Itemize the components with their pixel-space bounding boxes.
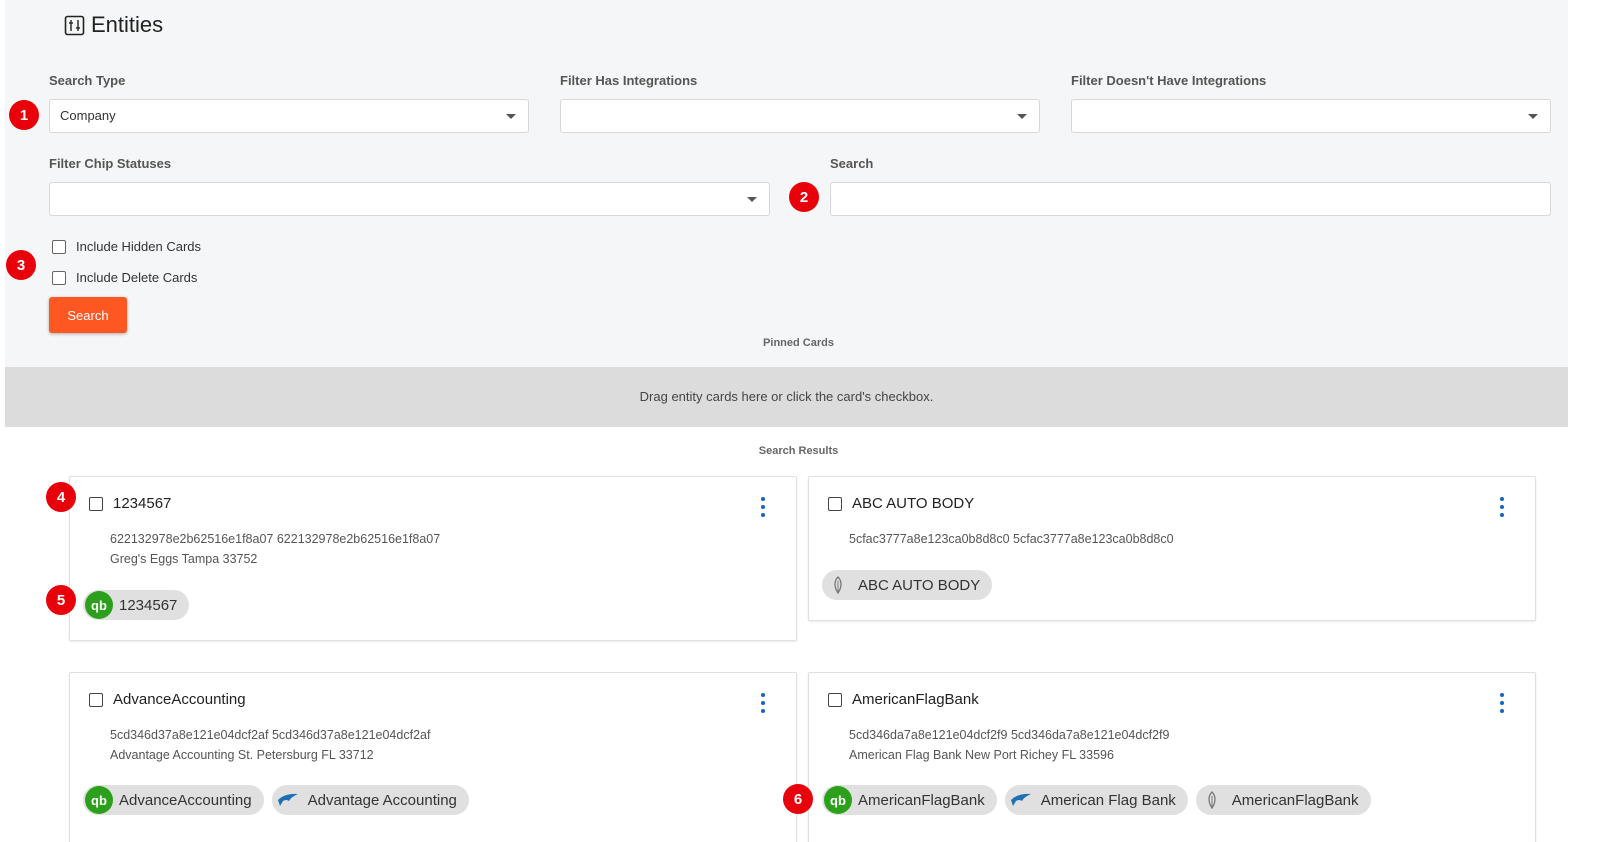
card-title: 1234567 (113, 495, 172, 512)
entity-card[interactable]: 1234567 622132978e2b62516e1f8a07 6221329… (69, 476, 797, 641)
chip-label: 1234567 (119, 596, 178, 614)
include-hidden-checkbox[interactable] (52, 239, 66, 254)
include-deleted-label: Include Delete Cards (76, 270, 198, 285)
doesnt-have-integrations-select[interactable] (1071, 99, 1551, 133)
search-results-title: Search Results (758, 445, 839, 457)
callout-marker: 3 (6, 250, 36, 280)
search-type-label: Search Type (49, 73, 126, 88)
bird-icon (274, 786, 302, 814)
card-title: AmericanFlagBank (852, 691, 979, 708)
chip-label: ABC AUTO BODY (858, 576, 981, 594)
integration-chip[interactable]: Advantage Accounting (271, 785, 469, 815)
integration-chip[interactable]: qb AmericanFlagBank (822, 785, 997, 815)
chip-statuses-label: Filter Chip Statuses (49, 156, 172, 171)
chip-list: qb 1234567 (83, 590, 190, 620)
chip-label: American Flag Bank (1040, 791, 1176, 809)
card-ids: 5cfac3777a8e123ca0b8d8c0 5cfac3777a8e123… (849, 532, 1174, 546)
chip-label: Advantage Accounting (307, 791, 457, 809)
search-label: Search (830, 156, 874, 171)
card-header: AdvanceAccounting (89, 691, 246, 708)
more-options-icon[interactable] (760, 497, 766, 517)
callout-marker: 2 (789, 182, 819, 212)
integration-chip[interactable]: AmericanFlagBank (1195, 785, 1371, 815)
integration-chip[interactable]: American Flag Bank (1004, 785, 1188, 815)
chevron-down-icon (506, 114, 516, 119)
chip-label: AdvanceAccounting (119, 791, 252, 809)
pinned-cards-title: Pinned Cards (763, 337, 834, 349)
include-deleted-row: Include Delete Cards (52, 270, 197, 285)
feather-icon (1198, 786, 1226, 814)
card-header: AmericanFlagBank (828, 691, 979, 708)
entities-icon (64, 15, 85, 35)
more-options-icon[interactable] (760, 693, 766, 713)
pinned-dropzone[interactable]: Drag entity cards here or click the card… (5, 367, 1568, 427)
entity-card[interactable]: AdvanceAccounting 5cd346d37a8e121e04dcf2… (69, 672, 797, 842)
card-header: ABC AUTO BODY (828, 495, 974, 512)
card-checkbox[interactable] (89, 496, 103, 511)
card-checkbox[interactable] (828, 692, 842, 707)
chip-label: AmericanFlagBank (1231, 791, 1359, 809)
card-title: AdvanceAccounting (113, 691, 246, 708)
integration-chip[interactable]: qb 1234567 (83, 590, 190, 620)
card-address: Advantage Accounting St. Petersburg FL 3… (110, 748, 374, 762)
card-ids: 5cd346da7a8e121e04dcf2f9 5cd346da7a8e121… (849, 728, 1170, 742)
chevron-down-icon (1017, 114, 1027, 119)
search-input[interactable] (830, 182, 1551, 216)
chip-list: ABC AUTO BODY (822, 570, 993, 600)
callout-marker: 4 (46, 482, 76, 512)
integration-chip[interactable]: ABC AUTO BODY (822, 570, 993, 600)
card-ids: 622132978e2b62516e1f8a07 622132978e2b625… (110, 532, 441, 546)
has-integrations-select[interactable] (560, 99, 1040, 133)
card-address: Greg's Eggs Tampa 33752 (110, 552, 258, 566)
bird-icon (1007, 786, 1035, 814)
callout-marker: 6 (783, 784, 813, 814)
feather-icon (824, 571, 852, 599)
card-checkbox[interactable] (828, 496, 842, 511)
quickbooks-icon: qb (824, 786, 852, 814)
chip-list: qb AmericanFlagBank American Flag Bank A… (822, 785, 1371, 815)
include-hidden-label: Include Hidden Cards (76, 239, 202, 254)
entity-card[interactable]: ABC AUTO BODY 5cfac3777a8e123ca0b8d8c0 5… (808, 476, 1536, 621)
more-options-icon[interactable] (1499, 497, 1505, 517)
search-button[interactable]: Search (49, 297, 127, 333)
has-integrations-label: Filter Has Integrations (560, 73, 698, 88)
chip-list: qb AdvanceAccounting Advantage Accountin… (83, 785, 469, 815)
search-type-select[interactable]: Company (49, 99, 529, 133)
card-title: ABC AUTO BODY (852, 495, 975, 512)
callout-marker: 5 (46, 585, 76, 615)
quickbooks-icon: qb (85, 786, 113, 814)
chip-label: AmericanFlagBank (858, 791, 985, 809)
chevron-down-icon (747, 197, 757, 202)
search-type-value: Company (60, 108, 116, 123)
card-header: 1234567 (89, 495, 171, 512)
include-deleted-checkbox[interactable] (52, 270, 66, 285)
include-hidden-row: Include Hidden Cards (52, 239, 201, 254)
page-title: Entities (64, 12, 163, 38)
chip-statuses-select[interactable] (49, 182, 770, 216)
integration-chip[interactable]: qb AdvanceAccounting (83, 785, 264, 815)
card-ids: 5cd346d37a8e121e04dcf2af 5cd346d37a8e121… (110, 728, 431, 742)
card-address: American Flag Bank New Port Richey FL 33… (849, 748, 1114, 762)
quickbooks-icon: qb (85, 591, 113, 619)
more-options-icon[interactable] (1499, 693, 1505, 713)
chevron-down-icon (1528, 114, 1538, 119)
card-checkbox[interactable] (89, 692, 103, 707)
entity-card[interactable]: AmericanFlagBank 5cd346da7a8e121e04dcf2f… (808, 672, 1536, 842)
callout-marker: 1 (9, 100, 39, 130)
doesnt-have-integrations-label: Filter Doesn't Have Integrations (1071, 73, 1267, 88)
page-title-text: Entities (91, 12, 164, 37)
